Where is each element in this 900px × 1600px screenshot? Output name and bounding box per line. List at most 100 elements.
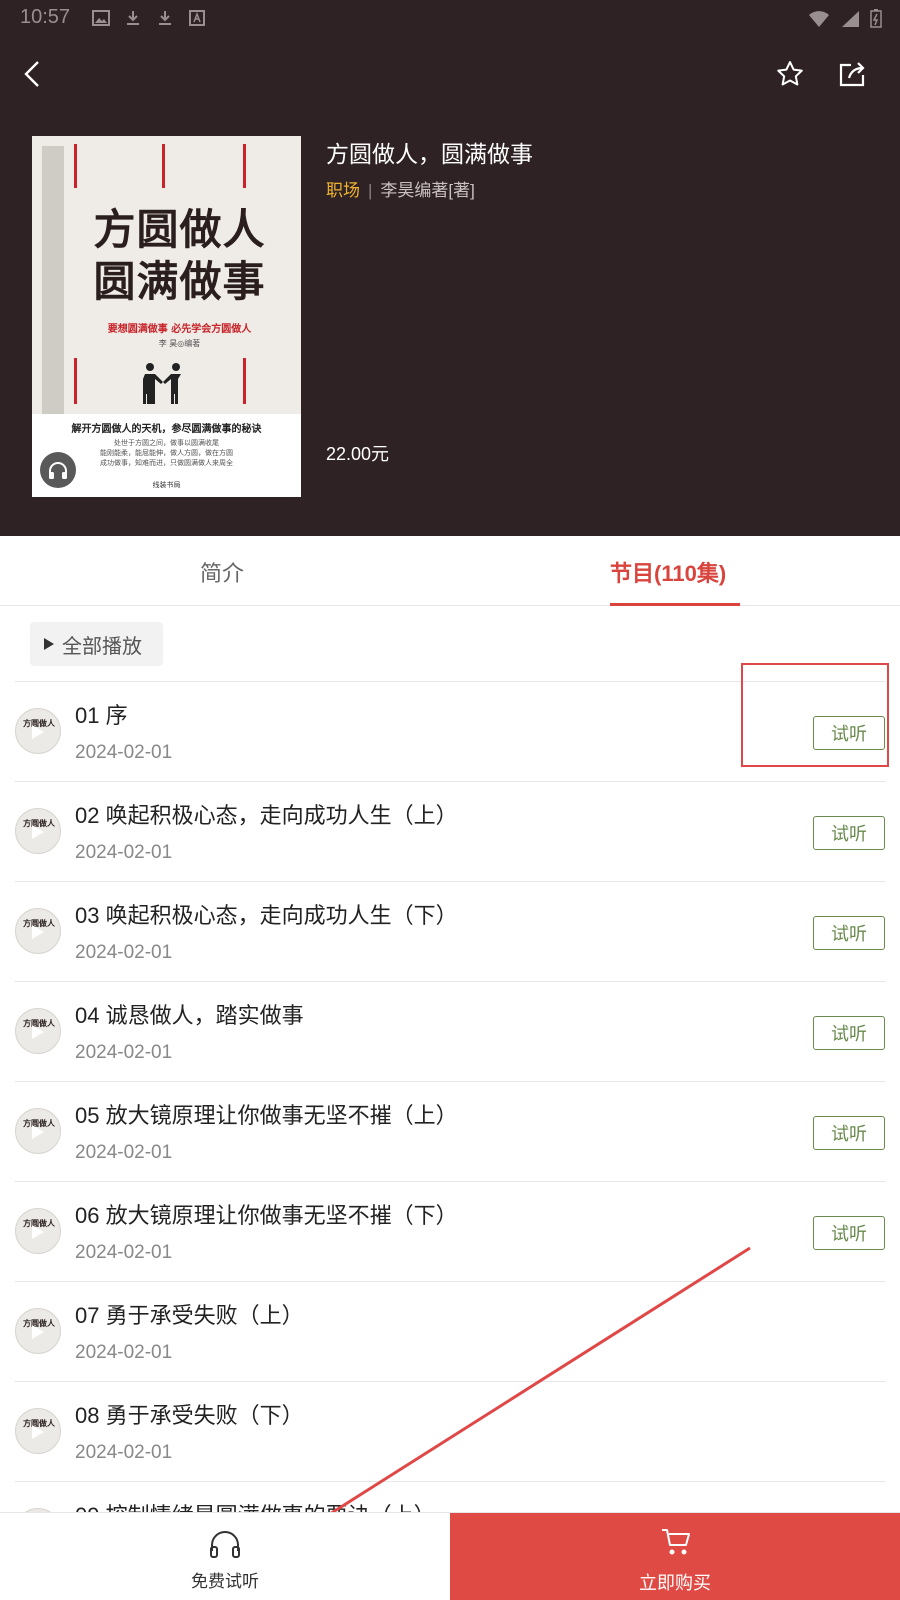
episode-date: 2024-02-01 — [75, 1242, 173, 1263]
handshake-figures — [143, 363, 181, 404]
notification-icons — [92, 8, 206, 26]
headphones-icon — [49, 462, 67, 479]
meta-divider: | — [368, 181, 373, 200]
episode-row[interactable]: 方圆做人 03 唤起积极心态，走向成功人生（下） 2024-02-01 试听 — [15, 882, 885, 982]
signal-icon — [840, 9, 860, 33]
trial-listen-button[interactable]: 试听 — [813, 1016, 885, 1050]
play-icon — [32, 925, 44, 939]
trial-listen-button[interactable]: 试听 — [813, 1116, 885, 1150]
cover-tagline: 解开方圆做人的天机，参尽圆满做事的秘诀 — [71, 424, 262, 435]
free-listen-button[interactable]: 免费试听 — [0, 1513, 450, 1600]
book-title: 方圆做人，圆满做事 — [326, 141, 533, 167]
tab-episodes[interactable]: 节目(110集) — [610, 556, 726, 588]
favorite-button[interactable] — [768, 52, 812, 96]
episode-thumbnail: 方圆做人 — [15, 808, 61, 854]
cover-decoration — [243, 358, 246, 404]
play-icon — [32, 1125, 44, 1139]
trial-listen-button[interactable]: 试听 — [813, 916, 885, 950]
episode-row[interactable]: 方圆做人 06 放大镜原理让你做事无坚不摧（下） 2024-02-01 试听 — [15, 1182, 885, 1282]
book-cover[interactable]: 方圆做人 圆满做事 要想圆满做事 必先学会方圆做人 李 昊◎编著 解开方圆做人的… — [32, 136, 301, 497]
annotation-highlight-box — [741, 663, 889, 767]
cover-decoration — [162, 144, 165, 188]
cover-title-line: 圆满做事 — [93, 257, 266, 306]
download-icon — [124, 8, 142, 26]
system-icons — [808, 8, 882, 33]
cover-blurb: 处世于方圆之间，做事以圆满收尾 能刚能柔，能屈能伸，做人方圆，做在方圆 成功做事… — [42, 438, 291, 468]
cover-title-line: 方圆做人 — [93, 205, 266, 254]
episode-thumbnail: 方圆做人 — [15, 708, 61, 754]
bottom-action-bar: 免费试听 立即购买 — [0, 1512, 900, 1600]
episode-title: 04 诚恳做人，踏实做事 — [75, 1003, 304, 1028]
episode-date: 2024-02-01 — [75, 742, 173, 763]
book-category[interactable]: 职场 — [326, 181, 360, 200]
episode-title: 02 唤起积极心态，走向成功人生（上） — [75, 803, 458, 828]
play-icon — [44, 638, 54, 650]
episode-date: 2024-02-01 — [75, 842, 173, 863]
episode-date: 2024-02-01 — [75, 1142, 173, 1163]
play-icon — [32, 1225, 44, 1239]
cover-bottom-panel: 解开方圆做人的天机，参尽圆满做事的秘诀 处世于方圆之间，做事以圆满收尾 能刚能柔… — [32, 414, 301, 497]
episode-row[interactable]: 方圆做人 05 放大镜原理让你做事无坚不摧（上） 2024-02-01 试听 — [15, 1082, 885, 1182]
status-bar: 10:57 — [0, 0, 900, 36]
cover-title: 方圆做人 圆满做事 — [72, 204, 287, 308]
episode-thumbnail: 方圆做人 — [15, 1008, 61, 1054]
book-author: 李昊编著[著] — [380, 181, 475, 200]
episode-thumbnail: 方圆做人 — [15, 1408, 61, 1454]
episode-thumbnail: 方圆做人 — [15, 908, 61, 954]
headphones-icon — [210, 1531, 240, 1558]
episode-row[interactable]: 方圆做人 08 勇于承受失败（下） 2024-02-01 — [15, 1382, 885, 1482]
trial-listen-button[interactable]: 试听 — [813, 1216, 885, 1250]
episode-row[interactable]: 方圆做人 07 勇于承受失败（上） 2024-02-01 — [15, 1282, 885, 1382]
wifi-icon — [808, 9, 830, 33]
episode-thumbnail: 方圆做人 — [15, 1308, 61, 1354]
buy-now-button[interactable]: 立即购买 — [450, 1513, 900, 1600]
battery-icon — [870, 8, 882, 33]
cover-blurb-line: 处世于方圆之间，做事以圆满收尾 — [114, 439, 219, 447]
back-button[interactable] — [10, 52, 54, 96]
episode-row[interactable]: 方圆做人 04 诚恳做人，踏实做事 2024-02-01 试听 — [15, 982, 885, 1082]
download-icon — [156, 8, 174, 26]
episode-date: 2024-02-01 — [75, 1042, 173, 1063]
cover-blurb-line: 成功做事，知难而进，只做圆满做人来周全 — [100, 459, 233, 467]
share-button[interactable] — [830, 52, 874, 96]
episode-title: 07 勇于承受失败（上） — [75, 1303, 304, 1328]
tab-bar: 简介 节目(110集) — [0, 536, 900, 606]
book-price: 22.00元 — [326, 444, 390, 464]
audio-badge — [40, 452, 76, 488]
episode-title: 05 放大镜原理让你做事无坚不摧（上） — [75, 1103, 458, 1128]
episode-date: 2024-02-01 — [75, 942, 173, 963]
buy-now-label: 立即购买 — [639, 1573, 711, 1593]
share-icon — [839, 62, 865, 87]
tab-intro[interactable]: 简介 — [200, 556, 244, 588]
cover-decoration — [243, 144, 246, 188]
trial-listen-button[interactable]: 试听 — [813, 816, 885, 850]
cover-decoration — [74, 358, 77, 404]
episode-date: 2024-02-01 — [75, 1342, 173, 1363]
cover-subtitle: 要想圆满做事 必先学会方圆做人 — [107, 324, 252, 335]
play-icon — [32, 825, 44, 839]
play-all-label: 全部播放 — [62, 635, 142, 658]
star-icon — [777, 61, 803, 86]
cover-author: 李 昊◎编著 — [158, 339, 201, 348]
font-icon — [188, 8, 206, 26]
episode-thumbnail: 方圆做人 — [15, 1108, 61, 1154]
status-time: 10:57 — [20, 6, 71, 28]
cover-publisher: 线装书局 — [152, 481, 181, 489]
episode-date: 2024-02-01 — [75, 1442, 173, 1463]
cover-decoration — [74, 144, 77, 188]
cart-icon — [662, 1529, 690, 1555]
free-listen-label: 免费试听 — [191, 1572, 259, 1591]
episode-title: 08 勇于承受失败（下） — [75, 1403, 304, 1428]
image-icon — [92, 8, 110, 26]
play-icon — [32, 1425, 44, 1439]
episode-row[interactable]: 方圆做人 02 唤起积极心态，走向成功人生（上） 2024-02-01 试听 — [15, 782, 885, 882]
episode-title: 01 序 — [75, 703, 128, 728]
episode-title: 03 唤起积极心态，走向成功人生（下） — [75, 903, 458, 928]
cover-blurb-line: 能刚能柔，能屈能伸，做人方圆，做在方圆 — [100, 449, 233, 457]
episode-title: 06 放大镜原理让你做事无坚不摧（下） — [75, 1203, 458, 1228]
play-icon — [32, 1025, 44, 1039]
book-header: 10:57 方圆做人 圆满做事 要想圆满做事 必先学会方圆做人 李 昊◎编著 解… — [0, 0, 900, 536]
book-meta: 职场 | 李昊编著[著] — [326, 176, 475, 201]
play-icon — [32, 1325, 44, 1339]
play-all-button[interactable]: 全部播放 — [30, 622, 163, 666]
